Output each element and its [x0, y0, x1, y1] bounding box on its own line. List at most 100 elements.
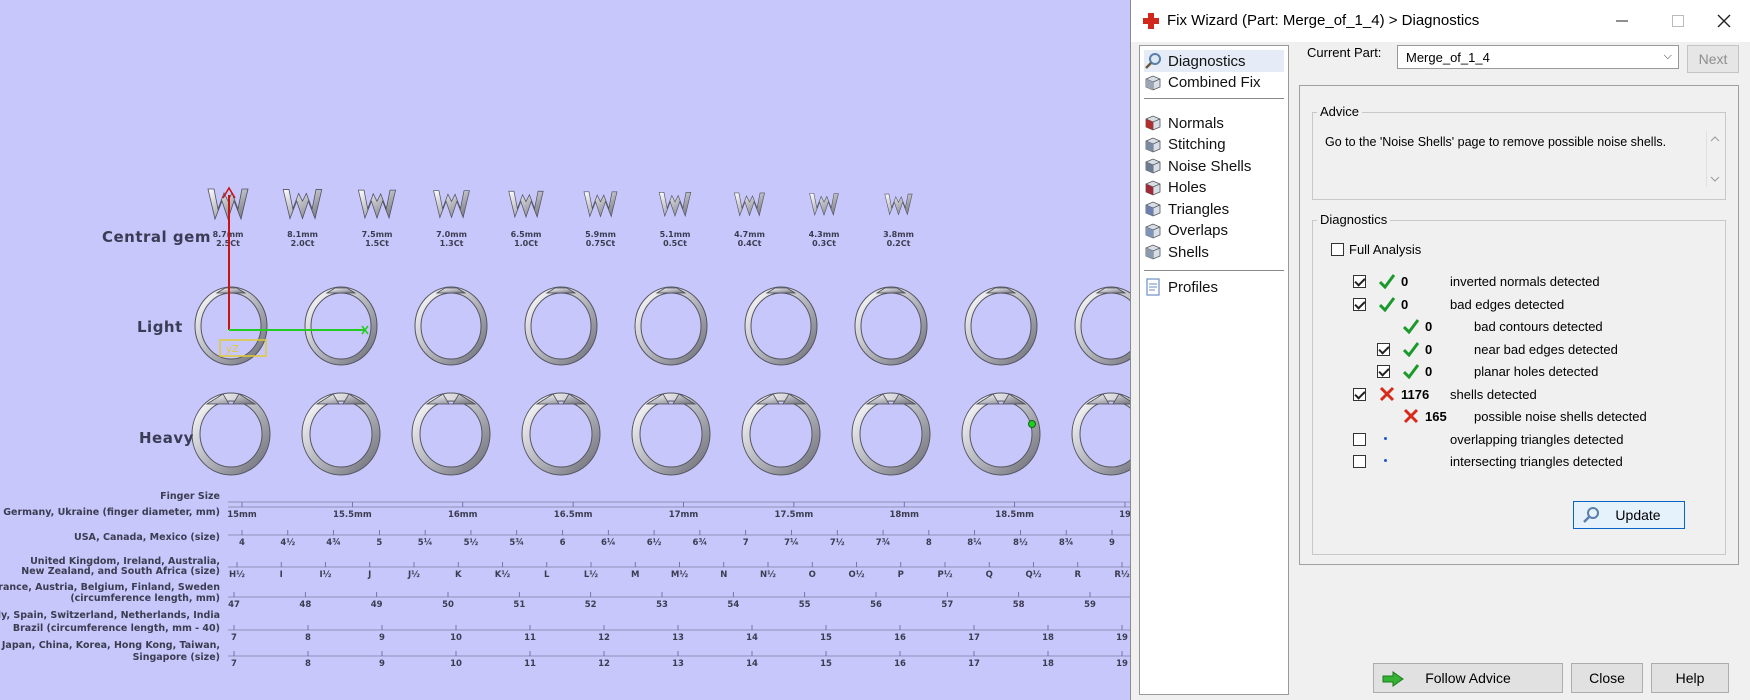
nav-item-label: Triangles	[1168, 200, 1230, 218]
close-window-button[interactable]	[1701, 6, 1747, 36]
selection-point	[1028, 420, 1036, 428]
chevron-down-icon[interactable]: ⌵	[1664, 50, 1672, 63]
current-part-select[interactable]: Merge_of_1_4 ⌵	[1397, 45, 1679, 69]
gem-setting	[508, 190, 544, 219]
france-scale-tick-label: 47	[228, 600, 240, 610]
gem-setting	[809, 193, 839, 217]
usa-scale-tick-label: 8¾	[1059, 538, 1074, 548]
window-title: Fix Wizard (Part: Merge_of_1_4) > Diagno…	[1167, 12, 1480, 29]
gem-setting	[433, 190, 470, 219]
ring-band-shine	[192, 393, 270, 475]
3d-viewport[interactable]: 8.7mm2.5Ct8.1mm2.0Ct7.5mm1.5Ct7.0mm1.3Ct…	[0, 0, 1130, 700]
gem-carat-label: 1.0Ct	[514, 239, 538, 248]
heavy-ring	[411, 392, 491, 476]
checkbox-inverted-normals-detected[interactable]	[1353, 275, 1366, 288]
prong-shape	[433, 190, 470, 219]
gem-setting	[658, 192, 692, 218]
heavy-ring	[631, 392, 711, 476]
follow-advice-button[interactable]: Follow Advice	[1373, 663, 1563, 693]
label-intersecting-triangles-detected: intersecting triangles detected	[1450, 454, 1623, 469]
ring-band-shine	[965, 287, 1037, 365]
ring-band-shine	[415, 287, 487, 365]
row-label-light: Light	[137, 318, 183, 336]
nav-item-diagnostics[interactable]: Diagnostics	[1144, 50, 1284, 72]
prong-shape	[508, 190, 544, 219]
france-scale-tick-label: 52	[585, 600, 597, 610]
japan-scale-tick-label: 12	[598, 659, 610, 669]
nav-item-shells[interactable]: Shells	[1144, 241, 1284, 263]
nav-item-label: Noise Shells	[1168, 157, 1252, 175]
ring-band-shine	[745, 287, 817, 365]
close-button[interactable]: Close	[1571, 663, 1643, 693]
minimize-button[interactable]	[1599, 6, 1645, 36]
japan-scale-tick-label: 19	[1116, 659, 1128, 669]
usa-scale-tick-label: 6¼	[601, 537, 616, 548]
nav-item-combined-fix[interactable]: Combined Fix	[1144, 72, 1284, 94]
prong-shape	[357, 189, 397, 220]
nav-item-profiles[interactable]: Profiles	[1144, 276, 1284, 298]
update-button[interactable]: Update	[1573, 501, 1685, 529]
gem-size-label: 4.7mm	[734, 230, 765, 239]
advice-scrollbar[interactable]	[1706, 131, 1723, 187]
follow-advice-label: Follow Advice	[1425, 670, 1511, 686]
gem-size-label: 5.1mm	[660, 230, 691, 239]
usa-scale-tick-label: 4¾	[326, 538, 341, 548]
nav-item-normals[interactable]: Normals	[1144, 112, 1284, 134]
uk-scale-tick-label: K	[455, 570, 462, 580]
next-button[interactable]: Next	[1687, 45, 1739, 73]
count-bad-edges-detected: 0	[1401, 296, 1409, 312]
italy-scale-tick-label: 15	[820, 633, 832, 643]
gem-carat-label: 0.75Ct	[586, 239, 616, 248]
gem-carat-label: 2.0Ct	[291, 239, 315, 248]
help-button[interactable]: Help	[1651, 663, 1729, 693]
france-scale-tick-label: 49	[371, 600, 383, 610]
italy-scale-tick-label: 17	[968, 633, 980, 643]
japan-scale-tick-label: 7	[231, 659, 237, 669]
label-planar-holes-detected: planar holes detected	[1474, 364, 1599, 379]
shells-cube-icon	[1145, 244, 1161, 260]
usa-scale-tick-label: 5½	[464, 537, 479, 548]
ring-band-shine	[1072, 393, 1130, 475]
germany-scale-tick-label: 16.5mm	[554, 510, 593, 520]
checkbox-near-bad-edges-detected[interactable]	[1377, 342, 1390, 356]
ring-band-shine	[305, 287, 377, 365]
nav-item-stitching[interactable]: Stitching	[1144, 134, 1284, 156]
scale-label: France, Austria, Belgium, Finland, Swede…	[0, 582, 220, 593]
nav-item-label: Combined Fix	[1168, 74, 1261, 91]
scale-label: Japan, China, Korea, Hong Kong, Taiwan,	[1, 640, 220, 651]
maximize-button[interactable]	[1655, 6, 1701, 36]
checkbox-bad-edges-detected[interactable]	[1353, 297, 1366, 311]
checkbox-shells-detected[interactable]	[1353, 387, 1366, 401]
green-check-icon	[1379, 274, 1395, 289]
title-bar[interactable]: Fix Wizard (Part: Merge_of_1_4) > Diagno…	[1131, 0, 1750, 42]
nav-item-overlaps[interactable]: Overlaps	[1144, 220, 1284, 242]
checkbox-planar-holes-detected[interactable]	[1377, 365, 1390, 378]
checkbox-intersecting-triangles-detected[interactable]	[1353, 455, 1366, 468]
ring-band-shine	[962, 393, 1040, 475]
nav-item-noise-shells[interactable]: Noise Shells	[1144, 155, 1284, 177]
label-shells-detected: shells detected	[1450, 386, 1537, 402]
nav-item-holes[interactable]: Holes	[1144, 177, 1284, 199]
nav-item-label: Shells	[1168, 243, 1209, 261]
normals-cube-icon	[1145, 115, 1161, 131]
label-inverted-normals-detected: inverted normals detected	[1450, 274, 1600, 289]
japan-scale-tick-label: 8	[305, 659, 311, 669]
france-scale-tick-label: 56	[870, 600, 882, 610]
uk-scale-tick-label: H½	[229, 569, 245, 580]
gem-size-label: 7.0mm	[436, 230, 467, 239]
viewport-canvas[interactable]: 8.7mm2.5Ct8.1mm2.0Ct7.5mm1.5Ct7.0mm1.3Ct…	[0, 0, 1130, 700]
nav-item-triangles[interactable]: Triangles	[1144, 198, 1284, 220]
nav-divider	[1144, 98, 1284, 99]
usa-scale-tick-label: 7½	[830, 537, 845, 548]
checkbox-overlapping-triangles-detected[interactable]	[1353, 432, 1366, 446]
usa-scale-tick-label: 4	[239, 538, 245, 548]
japan-scale-tick-label: 14	[746, 659, 758, 669]
italy-scale-tick-label: 12	[598, 633, 610, 643]
germany-scale-tick-label: 17.5mm	[775, 510, 814, 520]
japan-scale-tick-label: 11	[524, 659, 536, 669]
row-label-central-gem: Central gem	[102, 228, 211, 246]
light-ring	[634, 286, 708, 366]
germany-scale-tick-label: 15.5mm	[333, 510, 372, 520]
full-analysis-checkbox[interactable]	[1331, 243, 1344, 256]
green-check-icon	[1403, 364, 1419, 379]
